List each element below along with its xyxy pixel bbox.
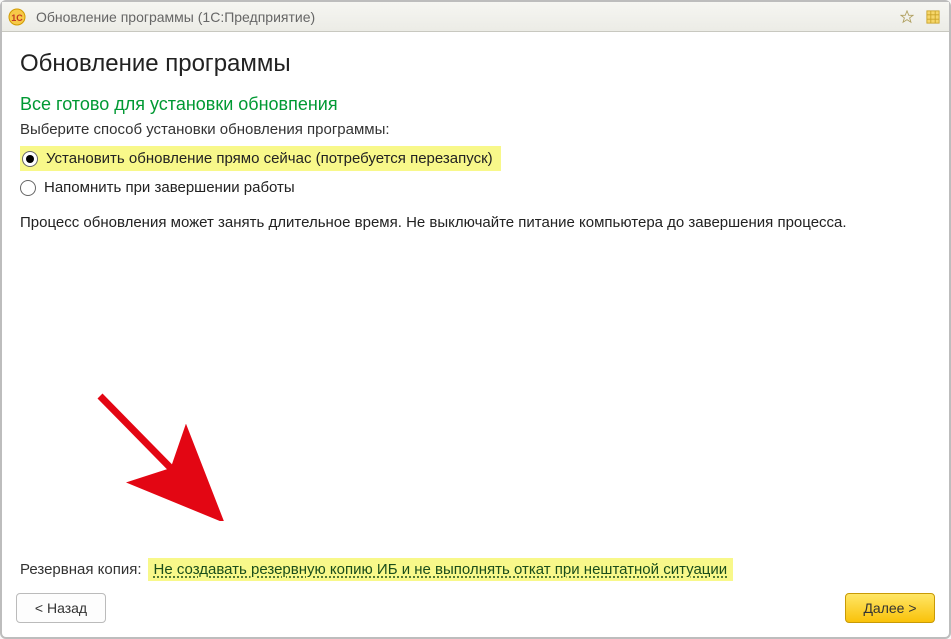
back-button[interactable]: < Назад: [16, 593, 106, 623]
next-button[interactable]: Далее >: [845, 593, 935, 623]
1c-logo-icon: 1C: [8, 8, 26, 26]
process-note: Процесс обновления может занять длительн…: [20, 214, 931, 231]
instruction-text: Выберите способ установки обновления про…: [20, 121, 931, 138]
update-dialog-window: 1C Обновление программы (1С:Предприятие)…: [0, 0, 951, 639]
radio-remind-later-label: Напомнить при завершении работы: [44, 179, 295, 196]
radio-remind-later[interactable]: Напомнить при завершении работы: [20, 175, 931, 200]
svg-text:1C: 1C: [11, 13, 23, 23]
radio-indicator-unselected: [20, 180, 36, 196]
backup-label: Резервная копия:: [20, 561, 142, 578]
red-arrow-annotation: [90, 391, 230, 521]
dialog-footer: < Назад Далее >: [2, 593, 949, 637]
apps-grid-icon[interactable]: [923, 7, 943, 27]
window-title: Обновление программы (1С:Предприятие): [36, 9, 891, 25]
titlebar: 1C Обновление программы (1С:Предприятие): [2, 2, 949, 32]
radio-install-now-label: Установить обновление прямо сейчас (потр…: [46, 150, 493, 167]
middle-spacer: [20, 231, 931, 554]
dialog-body: Обновление программы Все готово для уста…: [2, 32, 949, 593]
backup-row: Резервная копия: Не создавать резервную …: [20, 558, 931, 581]
radio-indicator-selected: [22, 151, 38, 167]
radio-install-now[interactable]: Установить обновление прямо сейчас (потр…: [20, 146, 501, 171]
favorite-star-icon[interactable]: [897, 7, 917, 27]
backup-settings-link[interactable]: Не создавать резервную копию ИБ и не вып…: [148, 558, 734, 581]
page-heading: Обновление программы: [20, 50, 931, 78]
ready-status: Все готово для установки обновпения: [20, 94, 931, 115]
